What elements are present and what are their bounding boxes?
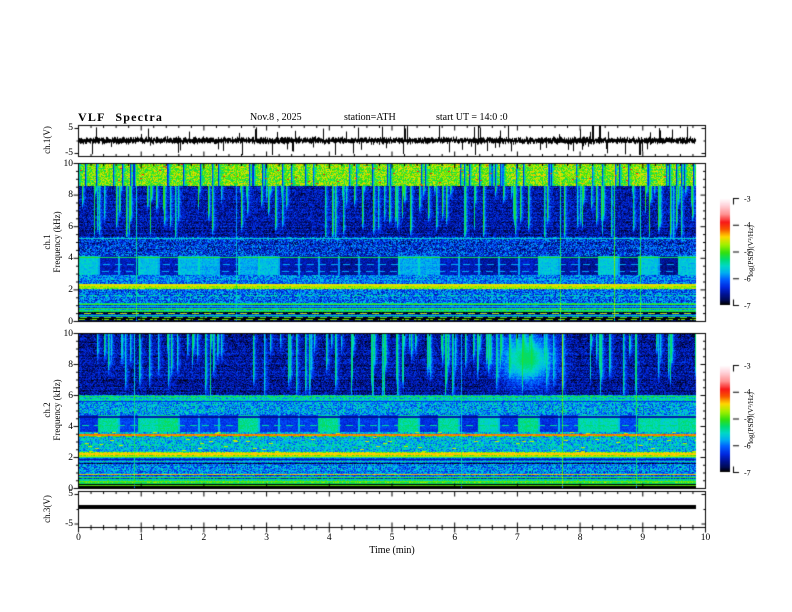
tick-label: -3	[744, 194, 751, 203]
title-date: Nov.8 , 2025	[250, 112, 302, 123]
tick-label: 0	[68, 316, 73, 327]
tick-label: 1	[138, 533, 144, 543]
tick-label: 6	[68, 390, 73, 401]
title-start-ut: start UT = 14:0 :0	[436, 112, 508, 123]
title-station: station=ATH	[344, 112, 396, 123]
tick-label: -5	[65, 518, 73, 529]
ylabel-ch1-line1: ch.1	[42, 234, 52, 250]
tick-label: 10	[63, 158, 74, 169]
tick-label: -6	[744, 441, 751, 451]
tick-label: 4	[326, 533, 332, 543]
ylabel-ch1-line2: Frequency (kHz)	[52, 211, 62, 273]
tick-label: 4	[68, 421, 73, 432]
tick-label: 10	[63, 328, 74, 339]
xaxis-label: Time (min)	[369, 545, 415, 556]
tick-label: -4	[744, 387, 751, 397]
tick-label: 5	[68, 489, 73, 499]
tick-label: 8	[68, 359, 73, 370]
plot-canvas	[0, 0, 792, 612]
tick-label: 2	[68, 452, 73, 463]
tick-label: 2	[68, 284, 73, 295]
tick-label: 0	[76, 533, 81, 543]
ylabel-ch2-line1: ch.2	[42, 402, 52, 418]
tick-label: 7	[515, 533, 520, 543]
tick-label: 5	[68, 123, 73, 133]
tick-label: 10	[700, 533, 711, 543]
tick-label: 5	[389, 533, 395, 543]
vlf-spectra-figure: VLF Spectra Nov.8 , 2025 station=ATH sta…	[0, 0, 792, 612]
figure-title: VLF Spectra	[78, 110, 164, 124]
tick-label: -6	[744, 274, 751, 284]
ylabel-ch1-frequency: ch.1 Frequency (kHz)	[42, 211, 62, 272]
tick-label: -5	[744, 247, 751, 257]
tick-label: -4	[744, 220, 751, 230]
tick-label: -3	[744, 361, 751, 370]
tick-label: -7	[744, 468, 751, 477]
tick-label: 6	[452, 533, 458, 543]
tick-label: -7	[744, 301, 751, 310]
ylabel-ch1-volts: ch.1(V)	[42, 126, 52, 154]
tick-label: 2	[201, 533, 207, 543]
ylabel-ch3-volts: ch.3(V)	[42, 495, 52, 523]
tick-label: -5	[744, 414, 751, 424]
tick-label: 6	[68, 221, 73, 232]
tick-label: 8	[68, 190, 73, 201]
tick-label: -5	[65, 148, 73, 158]
tick-label: 9	[640, 533, 646, 543]
tick-label: 8	[577, 533, 583, 543]
tick-label: 3	[264, 533, 269, 543]
ylabel-ch2-frequency: ch.2 Frequency (kHz)	[42, 379, 62, 440]
ylabel-ch2-line2: Frequency (kHz)	[52, 379, 62, 441]
tick-label: 4	[68, 253, 73, 264]
